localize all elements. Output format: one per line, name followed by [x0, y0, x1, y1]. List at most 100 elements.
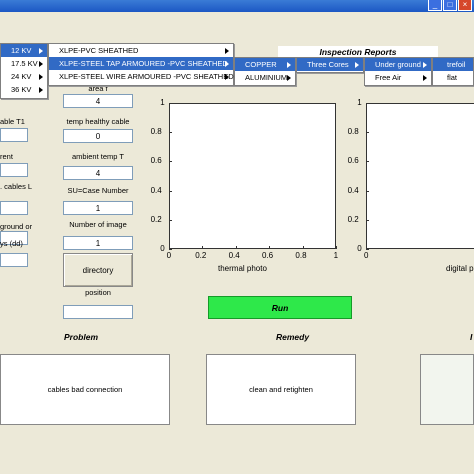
submenu-arrow-icon: [225, 61, 229, 67]
digital-plot-ytick-label: 0: [357, 244, 362, 253]
thermal-plot-xtick-mark: [169, 246, 170, 249]
thermal-plot-xtick-label: 0.8: [295, 251, 307, 260]
field-temp-healthy[interactable]: 0: [63, 129, 133, 143]
thermal-plot-xtick-mark: [302, 246, 304, 249]
field-days[interactable]: [0, 253, 28, 267]
problem-box: cables bad connection: [0, 354, 170, 425]
digital-plot-ytick-mark: [366, 190, 369, 192]
label-position: position: [85, 288, 111, 297]
label-days: ys (dd): [0, 239, 23, 248]
menu-item-label: Three Cores: [307, 60, 349, 69]
label-cables-l: . cables L: [0, 182, 33, 191]
label-ground: ground or: [0, 222, 33, 231]
submenu-arrow-icon: [287, 62, 291, 68]
menu-item-label: ALUMINIUM: [245, 73, 288, 82]
thermal-plot-xtick-label: 1: [333, 251, 339, 260]
cable-type-menu: XLPE-PVC SHEATHED XLPE-STEEL TAP ARMOURE…: [48, 43, 234, 86]
digital-plot-ytick-mark: [366, 249, 369, 250]
voltage-menu: 12 KV 17.5 KV 24 KV 36 KV: [0, 43, 48, 99]
menu-item-label: XLPE-STEEL TAP ARMOURED -PVC SHEATHED: [59, 59, 228, 68]
menu-item-label: XLPE-STEEL WIRE ARMOURED -PVC SHEATHED: [59, 72, 234, 81]
remedy-text: clean and retighten: [249, 385, 313, 394]
field-number-image[interactable]: 1: [63, 236, 133, 250]
arrangement-menu: trefoil flat: [432, 57, 474, 86]
menu-item-12kv[interactable]: 12 KV: [1, 44, 47, 57]
menu-item-flat[interactable]: flat: [433, 71, 473, 84]
menu-item-24kv[interactable]: 24 KV: [1, 70, 47, 83]
thermal-plot-ytick-label: 0.6: [150, 156, 162, 166]
thermal-plot-xtick-label: 0: [166, 251, 172, 260]
menu-item-label: flat: [447, 73, 458, 82]
digital-plot-ytick-mark: [366, 219, 369, 221]
field-cable-t1[interactable]: [0, 128, 28, 142]
menu-item-three-cores[interactable]: Three Cores: [297, 58, 363, 71]
thermal-plot-ytick-label: 0.8: [150, 127, 162, 137]
thermal-plot-ytick-label: 0: [160, 244, 165, 253]
label-cable-t1: able T1: [0, 117, 25, 126]
menu-item-free-air[interactable]: Free Air: [365, 71, 431, 84]
menu-item-copper[interactable]: COPPER: [235, 58, 295, 71]
field-current[interactable]: [0, 163, 28, 177]
thermal-plot-ytick-mark: [169, 190, 172, 192]
thermal-plot-ytick-label: 0.4: [150, 185, 162, 195]
title-bar: [0, 0, 474, 12]
cores-menu: Three Cores: [296, 57, 364, 73]
submenu-arrow-icon: [39, 74, 43, 80]
menu-item-label: 17.5 KV: [11, 59, 38, 68]
directory-button[interactable]: directory: [63, 253, 133, 287]
field-ambient-temp[interactable]: 4: [63, 166, 133, 180]
menu-item-xlpe-steel-tap[interactable]: XLPE-STEEL TAP ARMOURED -PVC SHEATHED: [49, 57, 233, 70]
minimize-button[interactable]: _: [428, 0, 442, 11]
digital-plot-ytick-mark: [366, 161, 369, 163]
submenu-arrow-icon: [39, 61, 43, 67]
menu-item-label: trefoil: [447, 60, 466, 69]
thermal-plot: [169, 103, 336, 249]
thermal-plot-xtick-label: 0.4: [228, 251, 240, 260]
install-menu: Under ground Free Air: [364, 57, 432, 86]
digital-plot: [366, 103, 474, 249]
maximize-button[interactable]: □: [443, 0, 457, 11]
label-su-case: SU=Case Number: [67, 186, 129, 195]
run-button[interactable]: Run: [208, 296, 352, 319]
submenu-arrow-icon: [355, 62, 359, 68]
thermal-plot-xtick-mark: [336, 246, 337, 249]
menu-item-label: 36 KV: [11, 85, 32, 94]
label-ambient-temp: ambient temp T: [72, 152, 124, 161]
menu-item-xlpe-pvc[interactable]: XLPE-PVC SHEATHED: [49, 44, 233, 57]
menu-item-36kv[interactable]: 36 KV: [1, 83, 47, 96]
thermal-plot-xtick-mark: [235, 246, 237, 249]
menu-item-xlpe-steel-wire[interactable]: XLPE-STEEL WIRE ARMOURED -PVC SHEATHED: [49, 70, 234, 83]
digital-plot-ytick-label: 0.6: [347, 156, 359, 166]
problem-text: cables bad connection: [47, 385, 123, 394]
thermal-plot-ytick-label: 0.2: [150, 214, 162, 224]
digital-plot-ytick-mark: [366, 103, 369, 104]
digital-plot-ytick-label: 0.2: [347, 214, 359, 224]
thermal-plot-ytick-mark: [169, 103, 172, 104]
menu-item-label: Under ground: [375, 60, 421, 69]
conductor-menu: COPPER ALUMINIUM: [234, 57, 296, 86]
field-area[interactable]: 4: [63, 94, 133, 108]
thermal-plot-xtick-mark: [269, 246, 271, 249]
menu-item-aluminium[interactable]: ALUMINIUM: [235, 71, 295, 84]
thermal-plot-ytick-mark: [169, 219, 172, 221]
thermal-plot-xlabel: thermal photo: [218, 264, 267, 273]
field-cables-l[interactable]: [0, 201, 28, 215]
menu-item-label: Free Air: [375, 73, 402, 82]
thermal-plot-ytick-mark: [169, 249, 172, 250]
menu-item-label: COPPER: [245, 60, 277, 69]
submenu-arrow-icon: [39, 48, 43, 54]
label-current: rent: [0, 152, 13, 161]
remedy-box: clean and retighten: [206, 354, 356, 425]
digital-plot-xtick-label: 0: [364, 251, 369, 260]
thermal-plot-xtick-label: 0.6: [262, 251, 274, 260]
menu-item-17-5kv[interactable]: 17.5 KV: [1, 57, 47, 70]
close-button[interactable]: ×: [458, 0, 472, 11]
thermal-plot-xtick-mark: [202, 246, 204, 249]
submenu-arrow-icon: [423, 62, 427, 68]
field-su-case[interactable]: 1: [63, 201, 133, 215]
menu-item-trefoil[interactable]: trefoil: [433, 58, 473, 71]
menu-item-under-ground[interactable]: Under ground: [365, 58, 431, 71]
third-section-box: [420, 354, 474, 425]
field-position[interactable]: [63, 305, 133, 319]
third-section-title: I: [470, 332, 473, 342]
